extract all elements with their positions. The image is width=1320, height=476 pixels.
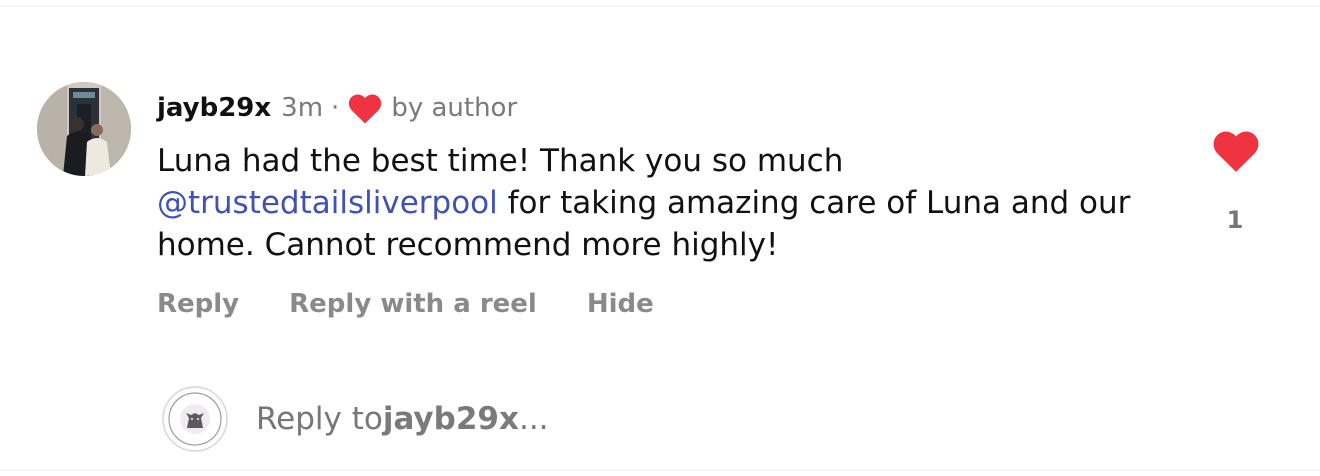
mention-link[interactable]: @trustedtailsliverpool bbox=[157, 185, 498, 221]
comment-text-start: Luna had the best time! Thank you so muc… bbox=[157, 143, 844, 179]
by-author-label: by author bbox=[391, 93, 518, 123]
top-divider bbox=[0, 6, 1320, 7]
bottom-divider bbox=[0, 470, 1320, 471]
hide-button[interactable]: Hide bbox=[587, 289, 654, 319]
commenter-username[interactable]: jayb29x bbox=[157, 93, 271, 123]
reply-input-prefix: Reply to bbox=[256, 401, 383, 437]
like-heart-icon[interactable] bbox=[1211, 128, 1261, 174]
reply-with-reel-button[interactable]: Reply with a reel bbox=[289, 289, 537, 319]
reply-input[interactable]: Reply to jayb29x... bbox=[256, 398, 549, 440]
author-heart-icon bbox=[349, 93, 382, 123]
brand-logo-icon bbox=[162, 386, 228, 452]
commenter-avatar[interactable] bbox=[37, 82, 131, 176]
comment-header: jayb29x 3m · by author bbox=[157, 90, 517, 126]
commenter-avatar-photo bbox=[37, 82, 131, 176]
header-separator: · bbox=[331, 93, 340, 123]
reply-input-username: jayb29x bbox=[382, 401, 519, 437]
reply-input-ellipsis: ... bbox=[518, 401, 549, 437]
like-count: 1 bbox=[1226, 206, 1244, 234]
comment-body: Luna had the best time! Thank you so muc… bbox=[157, 140, 1147, 266]
comment-actions: Reply Reply with a reel Hide bbox=[157, 284, 654, 324]
comment-timestamp: 3m bbox=[281, 93, 324, 123]
my-profile-avatar[interactable] bbox=[162, 386, 228, 452]
reply-button[interactable]: Reply bbox=[157, 289, 239, 319]
